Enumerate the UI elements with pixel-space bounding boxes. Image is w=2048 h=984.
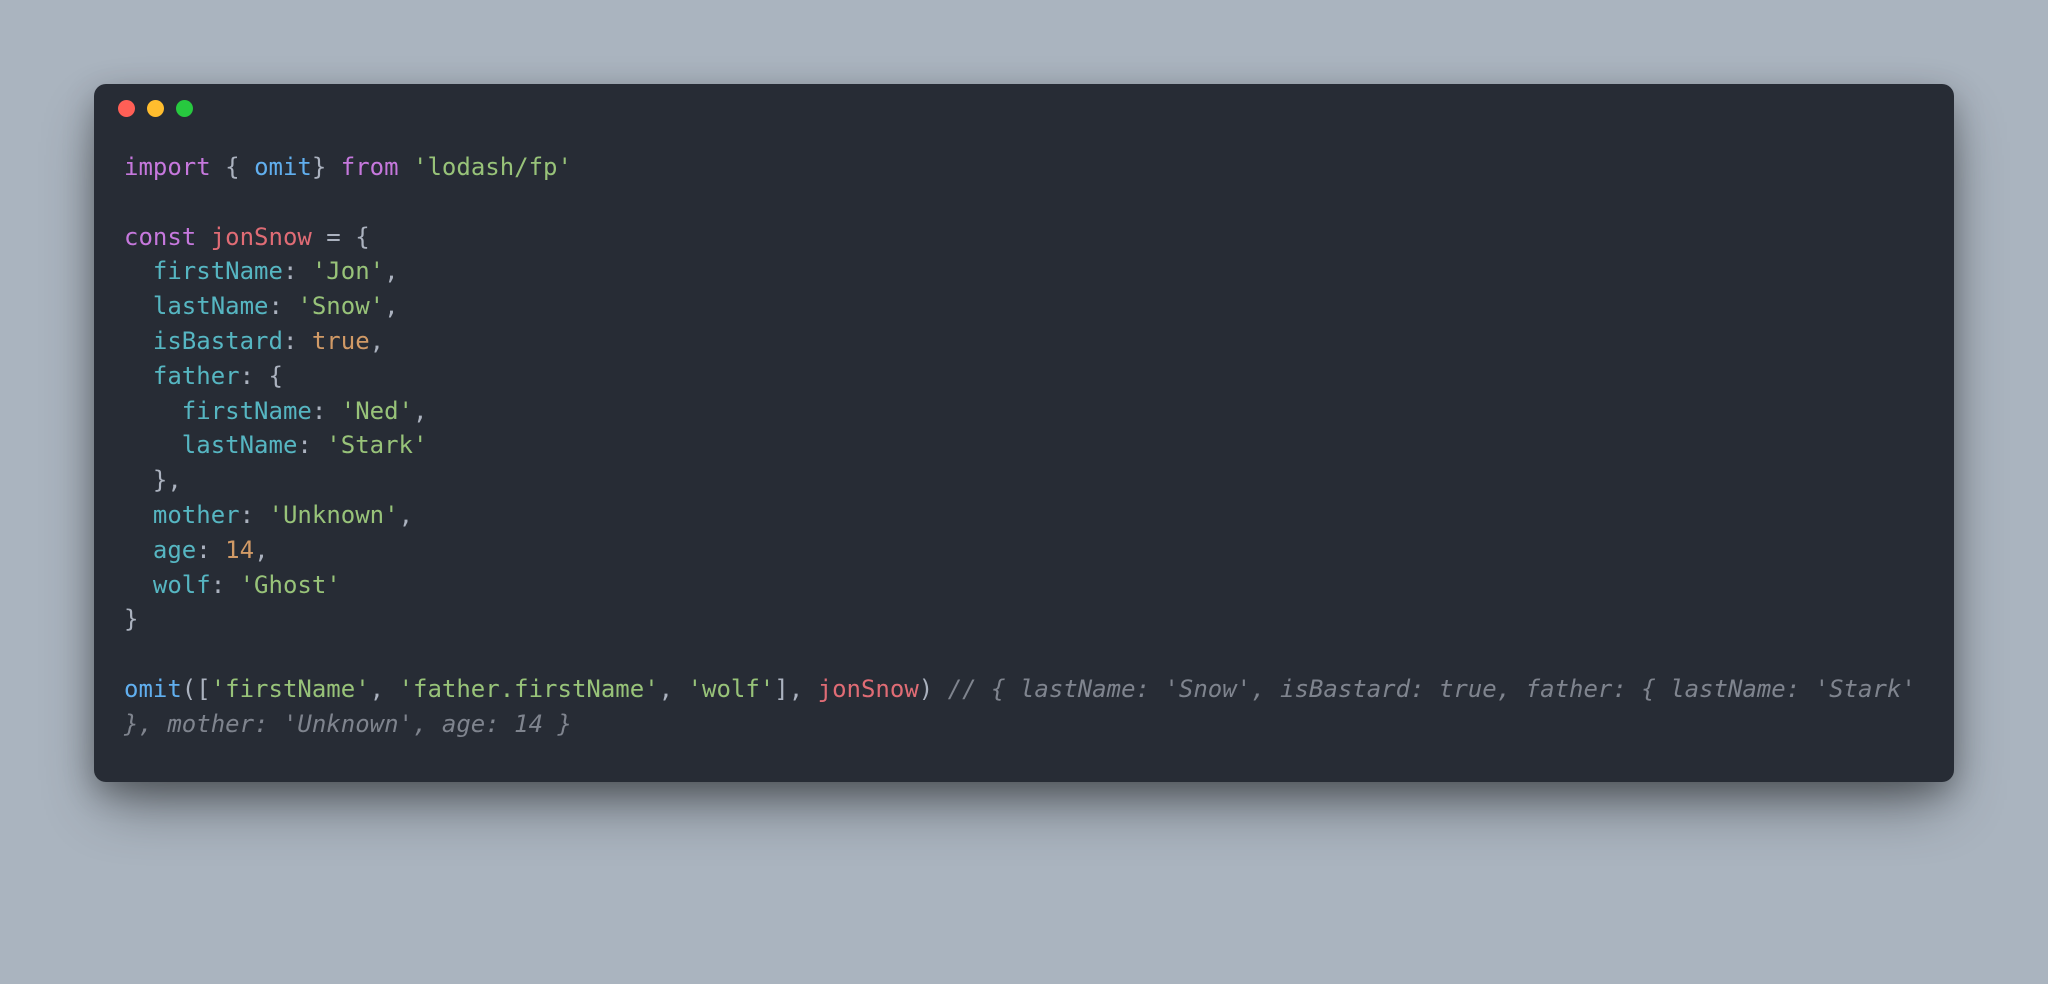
keyword-import: import <box>124 153 211 181</box>
indent <box>124 327 153 355</box>
number-14: 14 <box>225 536 254 564</box>
minimize-icon[interactable] <box>147 100 164 117</box>
prop-father-firstname: firstName <box>182 397 312 425</box>
indent <box>124 431 182 459</box>
brace-close: } <box>312 153 341 181</box>
string-ghost: 'Ghost' <box>240 571 341 599</box>
indent <box>124 466 153 494</box>
prop-isbastard: isBastard <box>153 327 283 355</box>
arg-jonsnow: jonSnow <box>818 675 919 703</box>
indent <box>124 397 182 425</box>
indent <box>124 362 153 390</box>
prop-father-lastname: lastName <box>182 431 298 459</box>
bool-true: true <box>312 327 370 355</box>
call-omit: omit <box>124 675 182 703</box>
indent <box>124 536 153 564</box>
keyword-from: from <box>341 153 413 181</box>
indent <box>124 571 153 599</box>
string-stark: 'Stark' <box>326 431 427 459</box>
prop-wolf: wolf <box>153 571 211 599</box>
prop-age: age <box>153 536 196 564</box>
arg2: 'father.firstName' <box>399 675 659 703</box>
arg1: 'firstName' <box>211 675 370 703</box>
zoom-icon[interactable] <box>176 100 193 117</box>
identifier-omit: omit <box>254 153 312 181</box>
keyword-const: const <box>124 223 211 251</box>
string-ned: 'Ned' <box>341 397 413 425</box>
prop-mother: mother <box>153 501 240 529</box>
close-icon[interactable] <box>118 100 135 117</box>
prop-lastname: lastName <box>153 292 269 320</box>
string-unknown: 'Unknown' <box>269 501 399 529</box>
code-block: import { omit} from 'lodash/fp' const jo… <box>94 132 1954 752</box>
identifier-jonsnow: jonSnow <box>211 223 312 251</box>
window-titlebar <box>94 84 1954 132</box>
string-module: 'lodash/fp' <box>413 153 572 181</box>
stage: import { omit} from 'lodash/fp' const jo… <box>0 0 2048 984</box>
string-jon: 'Jon' <box>312 257 384 285</box>
assign-brace: = { <box>312 223 370 251</box>
indent <box>124 292 153 320</box>
brace-open: { <box>211 153 254 181</box>
indent <box>124 501 153 529</box>
prop-firstname: firstName <box>153 257 283 285</box>
editor-window: import { omit} from 'lodash/fp' const jo… <box>94 84 1954 782</box>
string-snow: 'Snow' <box>297 292 384 320</box>
arg3: 'wolf' <box>688 675 775 703</box>
brace-close: } <box>124 605 138 633</box>
prop-father: father <box>153 362 240 390</box>
brace-close: }, <box>153 466 182 494</box>
indent <box>124 257 153 285</box>
